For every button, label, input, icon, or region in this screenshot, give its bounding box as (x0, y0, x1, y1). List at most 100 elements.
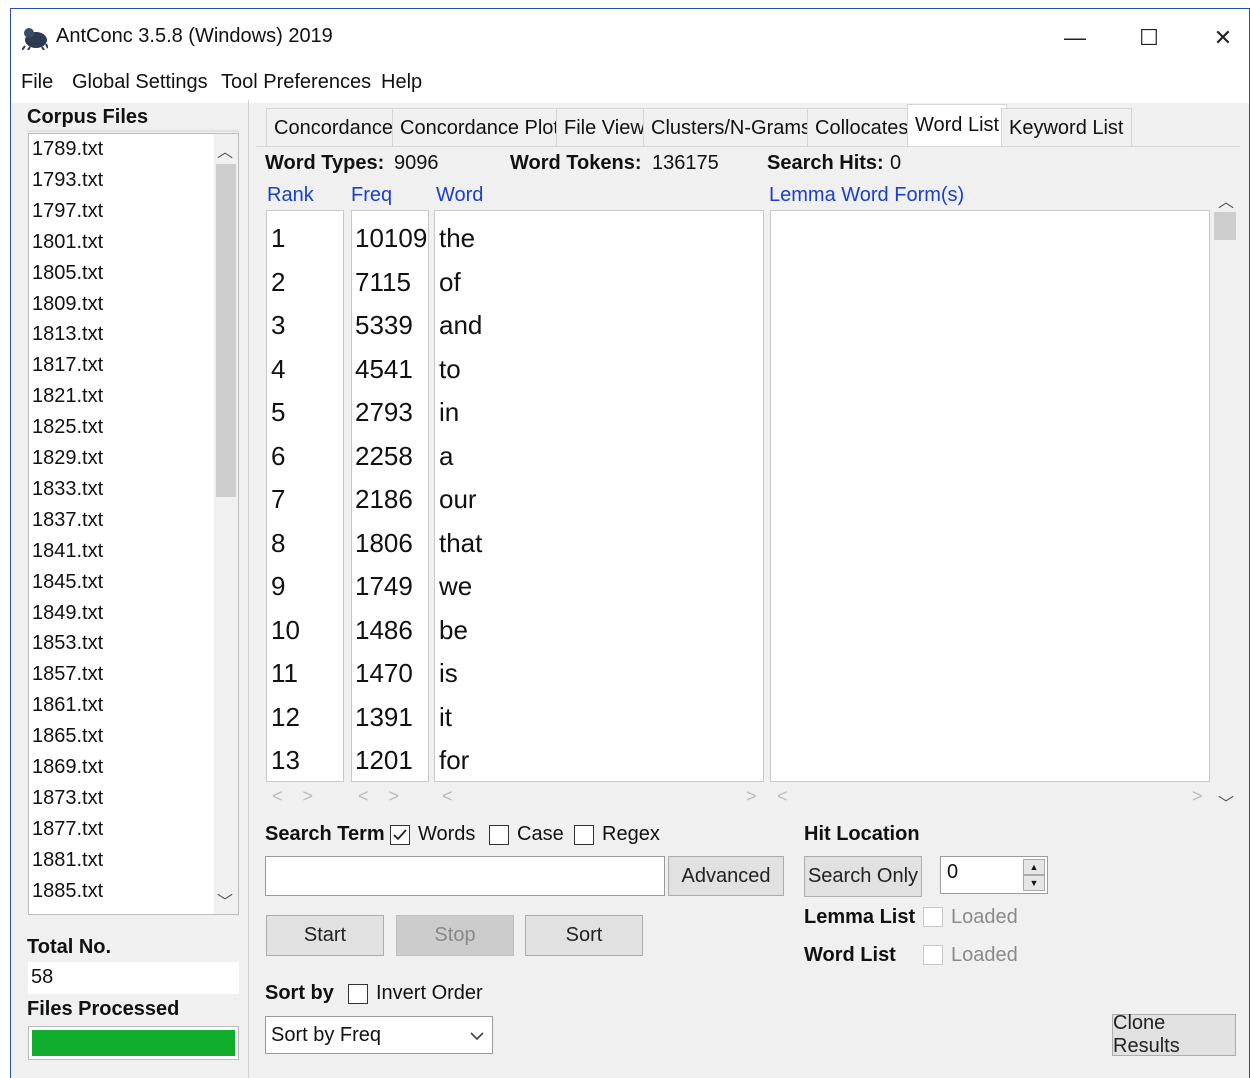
corpus-file-item[interactable]: 1825.txt (32, 416, 103, 439)
word-list-cell-freq[interactable]: 1749 (355, 571, 413, 602)
corpus-file-item[interactable]: 1873.txt (32, 787, 103, 810)
corpus-file-item[interactable]: 1885.txt (32, 880, 103, 903)
word-list-cell-word[interactable]: in (439, 397, 459, 428)
word-list-cell-rank[interactable]: 2 (271, 267, 285, 298)
word-list-cell-freq[interactable]: 4541 (355, 354, 413, 385)
corpus-file-item[interactable]: 1813.txt (32, 323, 103, 346)
word-list-cell-rank[interactable]: 4 (271, 354, 285, 385)
tab-collocates[interactable]: Collocates (807, 108, 917, 146)
results-scroll-up-icon[interactable]: ︿ (1218, 188, 1234, 212)
corpus-file-item[interactable]: 1861.txt (32, 694, 103, 717)
word-list-cell-rank[interactable]: 13 (271, 745, 300, 776)
word-list-cell-rank[interactable]: 5 (271, 397, 285, 428)
freq-column[interactable]: 10109 7115 5339 4541 2793 2258 2186 1806 1749 148… (351, 210, 429, 782)
word-list-cell-rank[interactable]: 9 (271, 571, 285, 602)
word-list-cell-freq[interactable]: 5339 (355, 310, 413, 341)
corpus-file-item[interactable]: 1797.txt (32, 200, 103, 223)
corpus-file-item[interactable]: 1801.txt (32, 231, 103, 254)
stop-button[interactable]: Stop (396, 915, 514, 956)
corpus-file-item[interactable]: 1869.txt (32, 756, 103, 779)
tab-concordance-plot[interactable]: Concordance Plot (392, 108, 567, 146)
word-list-cell-word[interactable]: the (439, 223, 475, 254)
word-list-cell-word[interactable]: our (439, 484, 477, 515)
word-list-cell-freq[interactable]: 10109 (355, 223, 427, 254)
corpus-file-item[interactable]: 1849.txt (32, 602, 103, 625)
close-button[interactable]: ✕ (1200, 18, 1246, 58)
word-list-cell-word[interactable]: that (439, 528, 482, 559)
corpus-file-item[interactable]: 1881.txt (32, 849, 103, 872)
word-list-cell-rank[interactable]: 8 (271, 528, 285, 559)
hscroll-arrows-rank[interactable]: < > (272, 786, 313, 807)
invert-order-checkbox[interactable] (348, 984, 368, 1004)
word-list-cell-rank[interactable]: 7 (271, 484, 285, 515)
lemma-column[interactable] (770, 210, 1210, 782)
spinner-up-icon[interactable]: ▲ (1023, 859, 1045, 875)
word-list-cell-freq[interactable]: 1201 (355, 745, 413, 776)
sort-by-select[interactable]: Sort by Freq (265, 1016, 493, 1054)
word-list-cell-word[interactable]: we (439, 571, 472, 602)
word-list-cell-freq[interactable]: 7115 (355, 267, 411, 298)
word-list-cell-rank[interactable]: 1 (271, 223, 285, 254)
word-list-cell-rank[interactable]: 3 (271, 310, 285, 341)
corpus-file-item[interactable]: 1829.txt (32, 447, 103, 470)
corpus-file-item[interactable]: 1877.txt (32, 818, 103, 841)
tab-keyword-list[interactable]: Keyword List (1001, 108, 1132, 146)
tab-clusters-ngrams[interactable]: Clusters/N-Grams (643, 108, 820, 146)
tab-word-list[interactable]: Word List (907, 104, 1008, 147)
word-list-cell-freq[interactable]: 1486 (355, 615, 413, 646)
corpus-list-scroll-thumb[interactable] (216, 164, 236, 497)
corpus-file-item[interactable]: 1793.txt (32, 169, 103, 192)
tab-concordance[interactable]: Concordance (266, 108, 401, 146)
word-list-cell-freq[interactable]: 1470 (355, 658, 413, 689)
word-list-cell-freq[interactable]: 2186 (355, 484, 413, 515)
corpus-file-item[interactable]: 1841.txt (32, 540, 103, 563)
corpus-file-item[interactable]: 1853.txt (32, 632, 103, 655)
corpus-file-item[interactable]: 1817.txt (32, 354, 103, 377)
word-list-cell-freq[interactable]: 2258 (355, 441, 413, 472)
scroll-down-icon[interactable]: ﹀ (217, 888, 233, 912)
case-checkbox[interactable] (489, 825, 509, 845)
word-list-cell-word[interactable]: and (439, 310, 482, 341)
words-checkbox[interactable] (390, 825, 410, 845)
spinner-down-icon[interactable]: ▼ (1023, 875, 1045, 891)
column-header-lemma[interactable]: Lemma Word Form(s) (769, 184, 964, 207)
menu-help[interactable]: Help (381, 71, 422, 94)
results-scroll-thumb[interactable] (1214, 212, 1236, 240)
regex-checkbox[interactable] (574, 825, 594, 845)
corpus-file-item[interactable]: 1857.txt (32, 663, 103, 686)
word-list-cell-freq[interactable]: 1391 (355, 702, 413, 733)
column-header-word[interactable]: Word (436, 184, 483, 207)
column-header-freq[interactable]: Freq (351, 184, 392, 207)
hscroll-arrows-freq[interactable]: < > (358, 786, 399, 807)
word-list-cell-word[interactable]: for (439, 745, 469, 776)
word-list-cell-rank[interactable]: 6 (271, 441, 285, 472)
hscroll-right-lemma[interactable]: > (1192, 786, 1203, 807)
search-term-input[interactable] (265, 856, 665, 896)
corpus-file-item[interactable]: 1789.txt (32, 138, 103, 161)
results-scroll-down-icon[interactable]: ﹀ (1218, 790, 1234, 814)
search-only-button[interactable]: Search Only (804, 856, 922, 897)
menu-tool-preferences[interactable]: Tool Preferences (221, 71, 371, 94)
word-list-cell-rank[interactable]: 11 (271, 658, 298, 689)
column-header-rank[interactable]: Rank (267, 184, 314, 207)
word-list-cell-word[interactable]: of (439, 267, 461, 298)
rank-column[interactable]: 1 2 3 4 5 6 7 8 9 10 11 12 13 (266, 210, 344, 782)
tab-file-view[interactable]: File View (556, 108, 653, 146)
corpus-file-item[interactable]: 1833.txt (32, 478, 103, 501)
menu-file[interactable]: File (21, 71, 53, 94)
corpus-file-list[interactable]: ︿ ﹀ 1789.txt 1793.txt 1797.txt 1801.txt 1805… (28, 133, 239, 915)
scroll-up-icon[interactable]: ︿ (217, 138, 233, 162)
word-list-cell-freq[interactable]: 1806 (355, 528, 413, 559)
clone-results-button[interactable]: Clone Results (1112, 1012, 1236, 1057)
word-list-cell-word[interactable]: be (439, 615, 468, 646)
maximize-button[interactable]: ☐ (1126, 18, 1172, 58)
corpus-file-item[interactable]: 1845.txt (32, 571, 103, 594)
word-list-cell-word[interactable]: to (439, 354, 461, 385)
menu-global-settings[interactable]: Global Settings (72, 71, 208, 94)
corpus-file-item[interactable]: 1805.txt (32, 262, 103, 285)
advanced-button[interactable]: Advanced (668, 856, 784, 896)
hscroll-right-word[interactable]: > (746, 786, 757, 807)
word-list-cell-rank[interactable]: 10 (271, 615, 300, 646)
word-list-cell-word[interactable]: it (439, 702, 452, 733)
start-button[interactable]: Start (266, 915, 384, 956)
